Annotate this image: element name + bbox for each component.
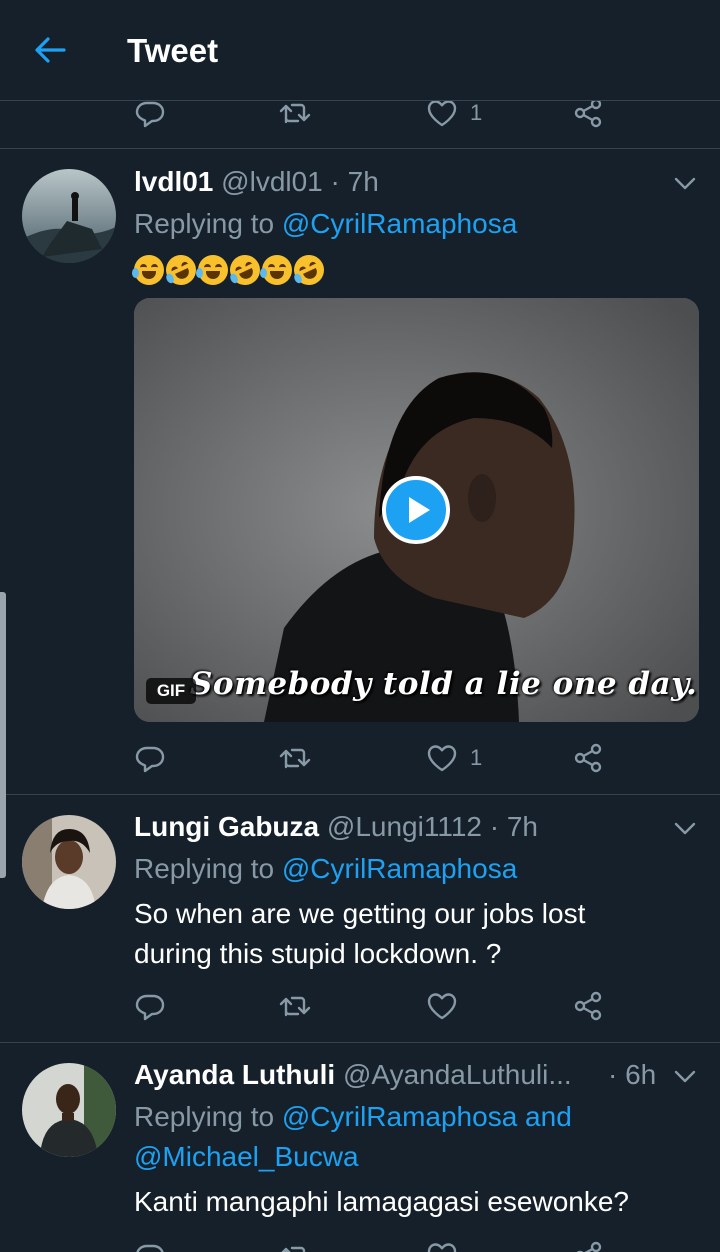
tweet-text-line: So when are we getting our jobs lost: [134, 898, 586, 929]
retweet-icon[interactable]: [278, 738, 312, 778]
like-count: 1: [470, 100, 483, 125]
tweet-header: Lungi Gabuza @Lungi1112 · 7h: [134, 809, 538, 845]
rolling-on-the-floor-laughing-icon: [161, 249, 201, 290]
tweet-actions: 1: [134, 738, 614, 778]
tweet-header: Ayanda Luthuli @AyandaLuthuli...: [134, 1057, 604, 1093]
tweet-text-line: during this stupid lockdown. ?: [134, 938, 502, 969]
scroll-indicator[interactable]: [0, 592, 6, 878]
back-arrow-icon[interactable]: [30, 30, 70, 70]
tweet-text: So when are we getting our jobs lost dur…: [134, 894, 694, 974]
author-handle: @AyandaLuthuli...: [342, 1059, 572, 1090]
like-button[interactable]: [426, 986, 458, 1026]
tweet-text: Kanti mangaphi lamagagasi esewonke?: [134, 1186, 629, 1217]
author-name[interactable]: Lungi Gabuza: [134, 811, 319, 842]
tweet-actions: [134, 1236, 614, 1252]
replying-to: Replying to @CyrilRamaphosa: [134, 849, 694, 889]
chevron-down-icon[interactable]: [672, 1063, 698, 1089]
chevron-down-icon[interactable]: [672, 170, 698, 196]
tweet-emoji-body: [132, 248, 694, 290]
avatar[interactable]: [22, 169, 116, 263]
replying-to: Replying to @CyrilRamaphosa and @Michael…: [134, 1097, 694, 1177]
mention-link[interactable]: @CyrilRamaphosa: [282, 208, 517, 239]
reply-icon[interactable]: [134, 1236, 166, 1252]
author-name[interactable]: Ayanda Luthuli: [134, 1059, 335, 1090]
avatar[interactable]: [22, 815, 116, 909]
heart-icon[interactable]: [426, 1236, 458, 1252]
author-name[interactable]: lvdl01: [134, 166, 213, 197]
author-handle-time: @lvdl01 · 7h: [221, 166, 379, 197]
heart-icon: [427, 100, 457, 127]
like-count: 1: [470, 745, 483, 770]
divider: [0, 1042, 720, 1043]
retweet-icon[interactable]: [278, 986, 312, 1026]
share-icon[interactable]: [572, 986, 604, 1026]
mention-link[interactable]: @CyrilRamaphosa: [282, 853, 517, 884]
retweet-icon[interactable]: [278, 1236, 312, 1252]
rolling-on-the-floor-laughing-icon: [225, 249, 265, 290]
gif-badge: GIF: [146, 678, 196, 704]
mention-link[interactable]: @Michael_Bucwa: [134, 1141, 359, 1172]
divider: [0, 148, 720, 149]
reply-icon[interactable]: [134, 986, 166, 1026]
tweet-actions: [134, 986, 614, 1026]
face-with-tears-of-joy-icon: [196, 254, 228, 285]
face-with-tears-of-joy-icon: [260, 254, 292, 285]
share-icon[interactable]: [572, 1236, 604, 1252]
page-title: Tweet: [127, 32, 219, 69]
play-button[interactable]: [382, 476, 450, 544]
replying-prefix: Replying to: [134, 853, 275, 884]
rolling-on-the-floor-laughing-icon: [289, 249, 329, 290]
chevron-down-icon[interactable]: [672, 815, 698, 841]
author-handle-time: @Lungi1112 · 7h: [326, 811, 538, 842]
mention-link[interactable]: @CyrilRamaphosa and: [282, 1101, 572, 1132]
tweet-header: lvdl01 @lvdl01 · 7h: [134, 164, 379, 200]
replying-prefix: Replying to: [134, 1101, 275, 1132]
divider: [0, 794, 720, 795]
top-bar: Tweet: [0, 0, 720, 101]
tweet-time: · 6h: [608, 1059, 657, 1090]
like-button[interactable]: 1: [426, 738, 482, 778]
replying-prefix: Replying to: [134, 208, 275, 239]
heart-icon: [427, 745, 457, 772]
heart-icon: [427, 993, 457, 1020]
face-with-tears-of-joy-icon: [132, 254, 164, 285]
avatar[interactable]: [22, 1063, 116, 1157]
gif-caption: Somebody told a lie one day.: [190, 666, 698, 702]
share-icon[interactable]: [572, 738, 604, 778]
reply-icon[interactable]: [134, 738, 166, 778]
replying-to: Replying to @CyrilRamaphosa: [134, 204, 694, 244]
